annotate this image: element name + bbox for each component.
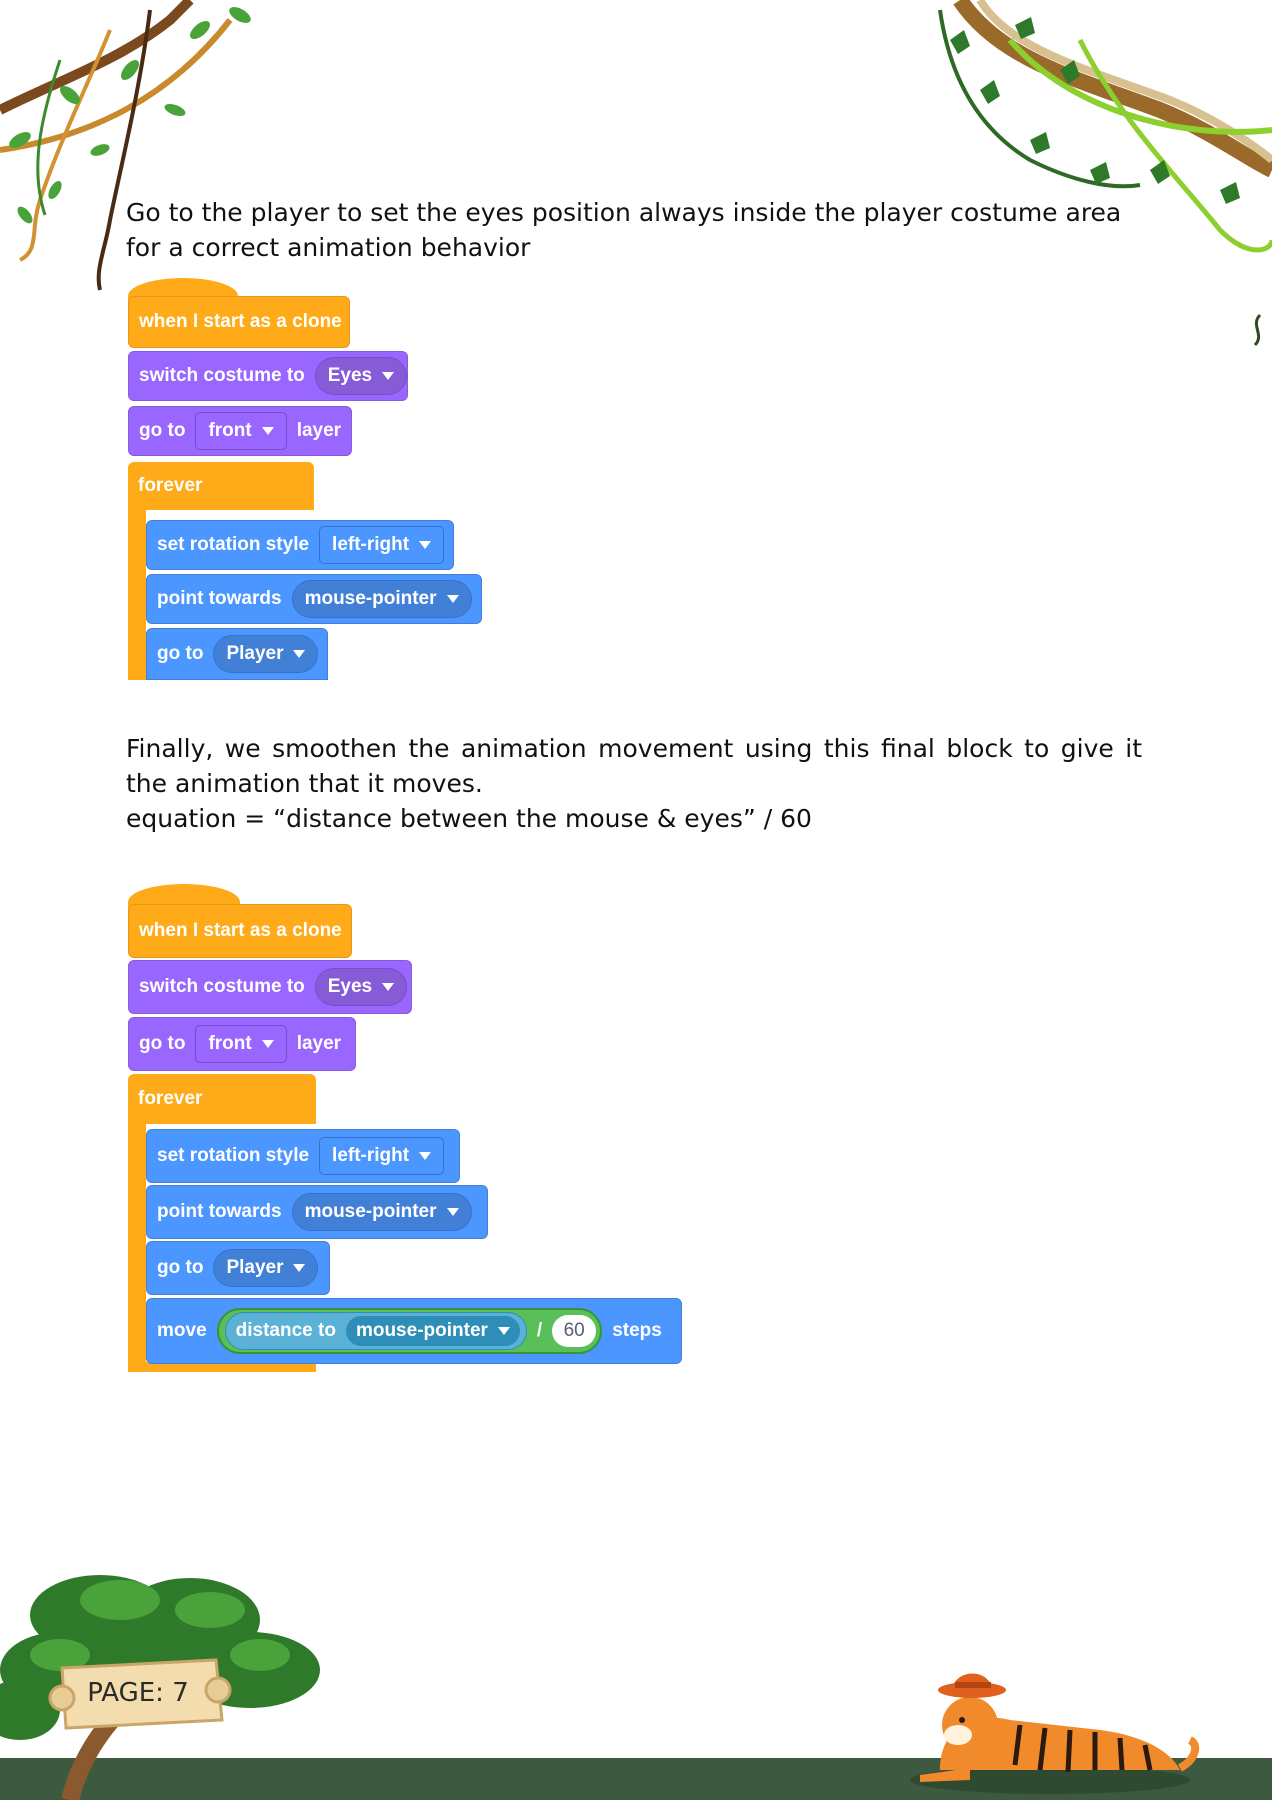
target-value: Player xyxy=(226,643,284,664)
set-rotation-label: set rotation style xyxy=(157,1145,310,1166)
go-to-label: go to xyxy=(139,1033,186,1054)
dropdown-arrow-icon xyxy=(382,983,395,991)
go-to-target-label: go to xyxy=(157,643,204,664)
layer-dropdown: front xyxy=(195,1025,287,1063)
forever-block: forever xyxy=(128,462,314,510)
dropdown-arrow-icon xyxy=(382,372,395,380)
dropdown-arrow-icon xyxy=(446,1208,459,1216)
vine-top-right-illustration xyxy=(938,0,1272,347)
switch-costume-label: switch costume to xyxy=(139,365,305,386)
go-to-label: go to xyxy=(139,420,186,441)
forever-arm xyxy=(128,508,146,680)
distance-value: mouse-pointer xyxy=(355,1320,488,1341)
dropdown-arrow-icon xyxy=(497,1327,510,1335)
target-value: Player xyxy=(226,1257,284,1278)
set-rotation-label: set rotation style xyxy=(157,534,310,555)
rotation-dropdown: left-right xyxy=(319,1137,445,1175)
move-steps-block: move distance to mouse-pointer / 60 step… xyxy=(146,1298,682,1364)
scratch-script-1: when I start as a clone switch costume t… xyxy=(128,278,498,680)
towards-value: mouse-pointer xyxy=(304,1201,437,1222)
equation-text: equation = “distance between the mouse &… xyxy=(126,804,812,833)
go-to-target-block: go to Player xyxy=(146,1241,330,1295)
rotation-dropdown: left-right xyxy=(319,526,445,564)
forever-label: forever xyxy=(138,475,203,496)
forever-arm xyxy=(128,1122,146,1372)
move-label: move xyxy=(157,1320,207,1341)
dropdown-arrow-icon xyxy=(419,541,432,549)
layer-dropdown: front xyxy=(195,412,287,450)
dropdown-arrow-icon xyxy=(261,427,274,435)
distance-to-reporter: distance to mouse-pointer xyxy=(224,1312,527,1350)
towards-dropdown: mouse-pointer xyxy=(291,1193,472,1231)
rotation-value: left-right xyxy=(332,1145,410,1166)
go-to-target-block: go to Player xyxy=(146,628,328,680)
costume-dropdown: Eyes xyxy=(314,357,408,395)
divisor-input: 60 xyxy=(552,1315,597,1347)
forever-label: forever xyxy=(138,1088,203,1109)
towards-value: mouse-pointer xyxy=(304,588,437,609)
switch-costume-block: switch costume to Eyes xyxy=(128,960,412,1014)
set-rotation-style-block: set rotation style left-right xyxy=(146,520,454,570)
layer-label: layer xyxy=(296,420,342,441)
instruction-text-2: Finally, we smoothen the animation movem… xyxy=(126,734,1142,798)
divide-operator: distance to mouse-pointer / 60 xyxy=(216,1308,603,1354)
set-rotation-style-block: set rotation style left-right xyxy=(146,1129,460,1183)
point-towards-label: point towards xyxy=(157,1201,282,1222)
steps-label: steps xyxy=(612,1320,662,1341)
go-to-target-label: go to xyxy=(157,1257,204,1278)
dropdown-arrow-icon xyxy=(446,595,459,603)
switch-costume-block: switch costume to Eyes xyxy=(128,351,408,401)
distance-to-label: distance to xyxy=(235,1320,336,1341)
point-towards-block: point towards mouse-pointer xyxy=(146,1185,488,1239)
layer-label: layer xyxy=(296,1033,342,1054)
dropdown-arrow-icon xyxy=(419,1152,432,1160)
target-dropdown: Player xyxy=(213,1249,319,1287)
page-number-label: PAGE: 7 xyxy=(87,1678,189,1708)
rotation-value: left-right xyxy=(332,534,410,555)
tiger-illustration xyxy=(910,1673,1200,1794)
costume-value: Eyes xyxy=(327,976,373,997)
instruction-paragraph-2: Finally, we smoothen the animation movem… xyxy=(126,731,1142,836)
point-towards-block: point towards mouse-pointer xyxy=(146,574,482,624)
dropdown-arrow-icon xyxy=(293,650,306,658)
go-to-layer-block: go to front layer xyxy=(128,1017,356,1071)
divide-symbol: / xyxy=(536,1320,543,1341)
scratch-script-2: when I start as a clone switch costume t… xyxy=(128,884,688,1372)
hat-label: when I start as a clone xyxy=(139,920,342,941)
when-start-as-clone-block: when I start as a clone xyxy=(128,904,352,958)
switch-costume-label: switch costume to xyxy=(139,976,305,997)
forever-block: forever xyxy=(128,1074,316,1124)
distance-dropdown: mouse-pointer xyxy=(345,1316,520,1346)
when-start-as-clone-block: when I start as a clone xyxy=(128,296,350,348)
page-number-badge: PAGE: 7 xyxy=(64,1664,212,1722)
point-towards-label: point towards xyxy=(157,588,282,609)
target-dropdown: Player xyxy=(213,635,319,673)
document-page: Go to the player to set the eyes positio… xyxy=(0,0,1272,1800)
dropdown-arrow-icon xyxy=(261,1040,274,1048)
layer-value: front xyxy=(208,1033,252,1054)
hat-label: when I start as a clone xyxy=(139,311,342,332)
costume-value: Eyes xyxy=(327,365,373,386)
instruction-paragraph-1: Go to the player to set the eyes positio… xyxy=(126,195,1142,265)
dropdown-arrow-icon xyxy=(293,1264,306,1272)
go-to-layer-block: go to front layer xyxy=(128,406,352,456)
layer-value: front xyxy=(208,420,252,441)
costume-dropdown: Eyes xyxy=(314,968,408,1006)
instruction-text-1: Go to the player to set the eyes positio… xyxy=(126,198,1122,262)
towards-dropdown: mouse-pointer xyxy=(291,580,472,618)
